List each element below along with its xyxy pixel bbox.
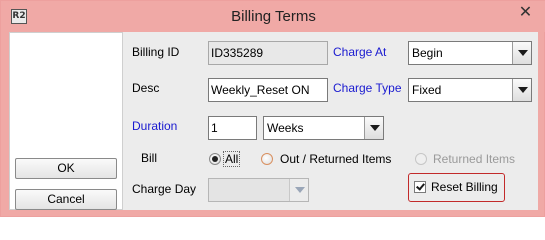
bill-out-returned-label[interactable]: Out / Returned Items bbox=[280, 152, 391, 166]
duration-unit-select[interactable]: Weeks bbox=[263, 116, 384, 140]
chevron-down-icon[interactable] bbox=[289, 179, 308, 201]
charge-day-select[interactable] bbox=[208, 178, 309, 202]
title-bar[interactable]: R2 Billing Terms ✕ bbox=[1, 1, 545, 32]
desc-label: Desc bbox=[132, 81, 160, 95]
bill-out-returned-radio[interactable] bbox=[261, 153, 273, 165]
duration-unit-value: Weeks bbox=[267, 121, 304, 135]
chevron-down-icon[interactable] bbox=[512, 42, 531, 64]
bill-returned-radio[interactable] bbox=[415, 153, 427, 165]
reset-billing-checkbox[interactable] bbox=[414, 181, 426, 193]
billing-id-field[interactable]: ID335289 bbox=[208, 41, 328, 65]
bill-label: Bill bbox=[141, 151, 158, 165]
chevron-down-icon[interactable] bbox=[364, 117, 383, 139]
desc-field[interactable]: Weekly_Reset ON bbox=[208, 78, 328, 102]
button-panel: OK Cancel bbox=[9, 32, 123, 210]
checkmark-icon bbox=[416, 181, 425, 191]
charge-day-label: Charge Day bbox=[132, 182, 197, 196]
reset-billing-highlight: Reset Billing bbox=[408, 173, 505, 202]
charge-at-label: Charge At bbox=[333, 45, 387, 59]
close-icon[interactable]: ✕ bbox=[509, 1, 542, 23]
bill-all-label[interactable]: All bbox=[223, 151, 241, 167]
ok-button[interactable]: OK bbox=[15, 158, 117, 179]
reset-billing-label[interactable]: Reset Billing bbox=[431, 180, 498, 194]
billing-id-label: Billing ID bbox=[132, 45, 180, 59]
chevron-down-icon[interactable] bbox=[512, 79, 531, 101]
charge-type-select[interactable]: Fixed bbox=[408, 78, 532, 102]
charge-type-value: Fixed bbox=[412, 83, 442, 97]
cancel-button[interactable]: Cancel bbox=[15, 189, 117, 210]
billing-form: Billing ID ID335289 Charge At Begin Desc… bbox=[123, 32, 538, 210]
charge-type-label: Charge Type bbox=[333, 81, 402, 95]
window-title: Billing Terms bbox=[231, 8, 316, 25]
duration-label: Duration bbox=[132, 119, 178, 133]
charge-at-select[interactable]: Begin bbox=[408, 41, 532, 65]
charge-at-value: Begin bbox=[412, 46, 443, 60]
dialog-body: OK Cancel Billing ID ID335289 Charge At … bbox=[9, 32, 538, 210]
bill-all-radio[interactable] bbox=[209, 153, 221, 165]
duration-field[interactable]: 1 bbox=[208, 116, 257, 140]
billing-terms-dialog: R2 Billing Terms ✕ OK Cancel Billing ID … bbox=[0, 0, 545, 217]
bill-returned-label: Returned Items bbox=[433, 152, 516, 166]
